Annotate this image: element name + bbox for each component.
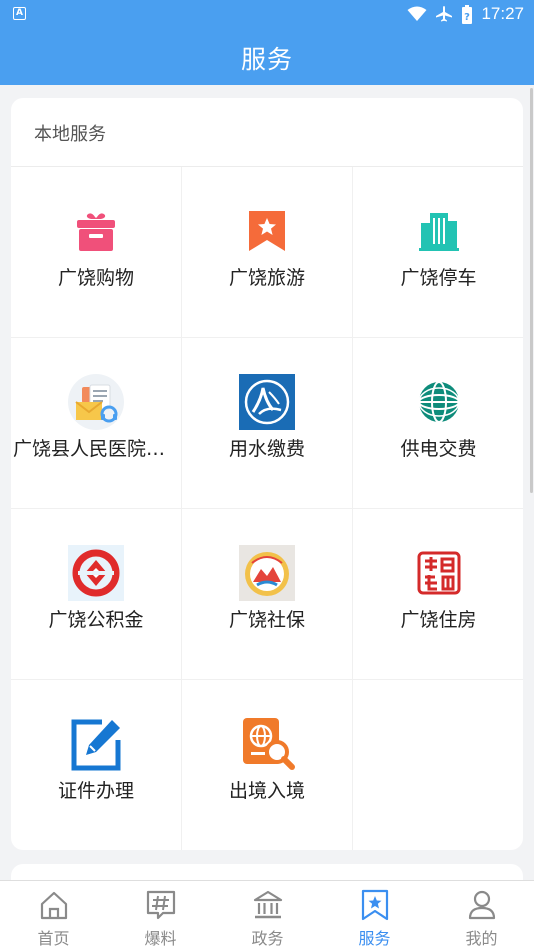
service-label: 广饶住房 <box>400 609 477 631</box>
tab-government[interactable]: 政务 <box>214 881 321 950</box>
scrollbar[interactable] <box>530 88 533 493</box>
svg-text:?: ? <box>465 12 471 23</box>
housing-seal-icon <box>411 545 467 601</box>
page-title: 服务 <box>240 45 293 74</box>
edit-document-icon <box>68 716 124 772</box>
hashtag-chat-icon <box>146 890 175 920</box>
tab-label: 政务 <box>251 929 284 948</box>
home-icon <box>40 891 67 920</box>
housing-fund-logo-icon <box>68 545 124 601</box>
title-bar: 服务 <box>0 28 534 85</box>
wifi-icon <box>407 6 427 21</box>
service-item-electricity[interactable]: 供电交费 <box>353 338 523 509</box>
bookmark-star-icon <box>239 203 295 259</box>
tab-news-tips[interactable]: 爆料 <box>107 881 214 950</box>
service-item-immigration[interactable]: 出境入境 <box>182 680 353 850</box>
service-item-housing[interactable]: 广饶住房 <box>353 509 523 680</box>
tab-home[interactable]: 首页 <box>0 881 107 950</box>
building-icon <box>411 203 467 259</box>
gift-icon <box>68 203 124 259</box>
state-grid-logo-icon <box>411 374 467 430</box>
status-time: 17:27 <box>481 4 524 23</box>
empty-cell <box>353 680 523 850</box>
service-label: 广饶购物 <box>57 267 134 289</box>
bottom-tab-bar: 首页 爆料 政务 服务 我的 <box>0 880 534 950</box>
service-item-water[interactable]: 用水缴费 <box>182 338 353 509</box>
service-label: 广饶公积金 <box>48 609 144 631</box>
tab-label: 首页 <box>37 929 70 948</box>
user-icon <box>468 890 495 920</box>
service-item-travel[interactable]: 广饶旅游 <box>182 167 353 338</box>
tab-label: 爆料 <box>144 929 177 948</box>
service-label: 广饶停车 <box>400 267 477 289</box>
section-title: 本地服务 <box>34 124 106 145</box>
service-label: 证件办理 <box>57 780 134 802</box>
social-security-logo-icon <box>239 545 295 601</box>
service-label: 广饶社保 <box>228 609 305 631</box>
service-item-hospital[interactable]: 广饶县人民医院挂… <box>11 338 182 509</box>
government-building-icon <box>253 890 282 919</box>
airplane-icon <box>436 6 453 22</box>
battery-icon: ? <box>462 4 473 24</box>
tab-profile[interactable]: 我的 <box>428 881 534 950</box>
service-grid: 广饶购物 广饶旅游 广饶停车 广饶县人民医院挂… 用水缴费 供电交费 广饶公积金… <box>11 167 523 850</box>
service-item-housing-fund[interactable]: 广饶公积金 <box>11 509 182 680</box>
service-item-parking[interactable]: 广饶停车 <box>353 167 523 338</box>
local-services-card: 本地服务 广饶购物 广饶旅游 广饶停车 广饶县人民医院挂… 用水缴费 供电交费 … <box>11 98 523 850</box>
service-item-shopping[interactable]: 广饶购物 <box>11 167 182 338</box>
status-bar: A ? 17:27 <box>0 0 534 28</box>
water-logo-icon <box>239 374 295 430</box>
notification-a-icon: A <box>13 7 26 20</box>
service-label: 出境入境 <box>228 780 305 802</box>
tab-label: 我的 <box>465 929 498 948</box>
service-label: 广饶旅游 <box>228 267 305 289</box>
service-label: 供电交费 <box>400 438 477 460</box>
service-star-icon <box>361 889 388 921</box>
service-item-social-security[interactable]: 广饶社保 <box>182 509 353 680</box>
tab-services[interactable]: 服务 <box>321 881 428 950</box>
passport-search-icon <box>239 716 295 772</box>
hospital-registration-icon <box>68 374 124 430</box>
status-icons: ? 17:27 <box>407 4 524 24</box>
service-label: 广饶县人民医院挂… <box>13 438 179 460</box>
tab-label: 服务 <box>358 929 391 948</box>
service-item-certificates[interactable]: 证件办理 <box>11 680 182 850</box>
service-label: 用水缴费 <box>228 438 305 460</box>
